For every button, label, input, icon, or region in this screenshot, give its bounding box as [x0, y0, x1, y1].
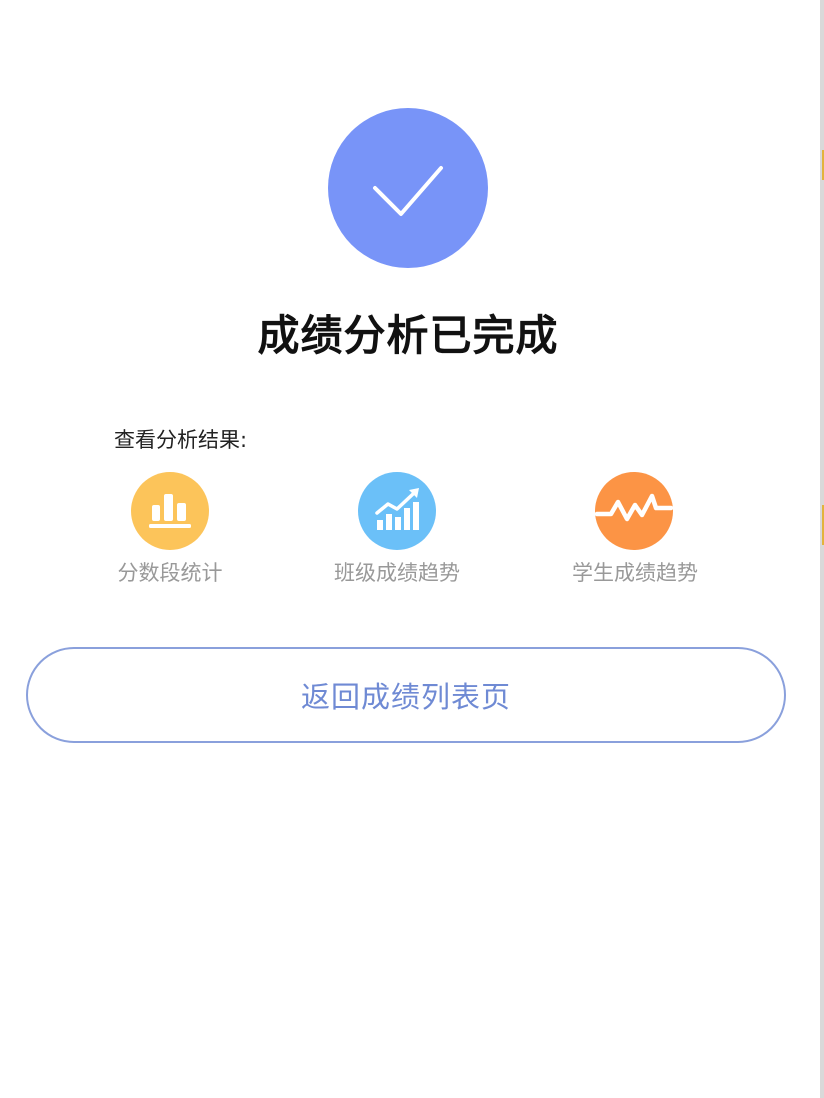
page-title: 成绩分析已完成 [257, 311, 559, 360]
class-score-trend-label: 班级成绩趋势 [334, 561, 460, 585]
checkmark-icon [373, 166, 443, 216]
student-score-trend-label: 学生成绩趋势 [572, 561, 698, 585]
results-section-label: 查看分析结果: [114, 428, 248, 452]
score-band-stats-label: 分数段统计 [117, 561, 223, 585]
zigzag-line-icon [595, 472, 673, 550]
class-score-trend-button[interactable]: 班级成绩趋势 [307, 472, 487, 592]
score-band-stats-button[interactable]: 分数段统计 [80, 472, 260, 592]
student-score-trend-button[interactable]: 学生成绩趋势 [545, 472, 725, 592]
success-badge [328, 108, 488, 268]
bar-chart-icon [131, 472, 209, 550]
rising-chart-icon [358, 472, 436, 550]
analysis-complete-page: 成绩分析已完成 查看分析结果: 分数段统计 班级成绩趋势 学生成绩趋势 返回成绩… [0, 0, 824, 1098]
window-edge [820, 0, 824, 1098]
return-to-score-list-button[interactable]: 返回成绩列表页 [26, 647, 786, 743]
return-button-label: 返回成绩列表页 [300, 680, 511, 714]
